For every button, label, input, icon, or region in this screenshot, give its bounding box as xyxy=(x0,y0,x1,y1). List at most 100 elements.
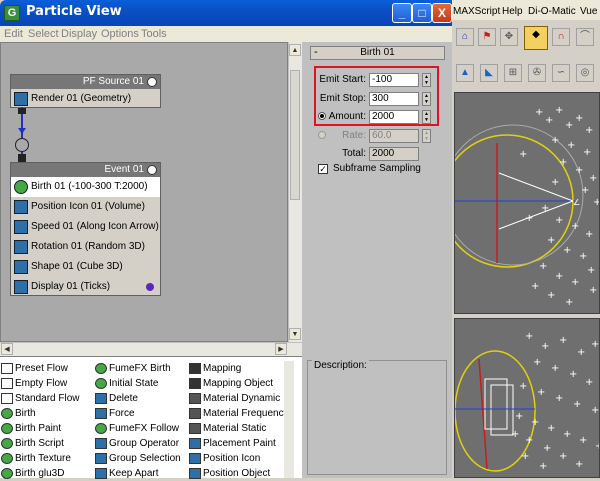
menu-select[interactable]: Select xyxy=(28,28,59,40)
birth-icon xyxy=(1,453,13,464)
birth-rollout-header[interactable]: Birth 01 xyxy=(310,46,445,60)
scroll-down-icon[interactable]: ▼ xyxy=(289,328,301,340)
list-item[interactable]: Material Dynamic xyxy=(188,391,280,406)
list-item[interactable]: Mapping xyxy=(188,361,241,376)
motion-icon[interactable]: ◣ xyxy=(480,64,498,82)
magnet-icon[interactable]: ∩ xyxy=(552,28,570,46)
minimize-button[interactable]: _ xyxy=(392,3,412,23)
vertical-scroll-thumb[interactable] xyxy=(290,70,300,200)
svg-text:+: + xyxy=(519,381,527,392)
curve-icon[interactable]: ∽ xyxy=(552,64,570,82)
position-icon-operator[interactable]: Position Icon 01 (Volume) xyxy=(11,197,160,217)
event-node[interactable]: Event 01 Birth 01 (-100-300 T:2000) Posi… xyxy=(10,162,161,296)
emit-start-spinner[interactable]: ▲ ▼ xyxy=(422,73,431,87)
list-item[interactable]: FumeFX Follow xyxy=(94,421,179,436)
list-item[interactable]: Position Object xyxy=(188,466,270,481)
display-operator[interactable]: Display 01 (Ticks) xyxy=(11,277,160,297)
bulb-icon[interactable] xyxy=(147,165,157,175)
list-item[interactable]: Empty Flow xyxy=(0,376,67,391)
close-button[interactable]: X xyxy=(432,3,452,23)
amount-spinner[interactable]: ▲ ▼ xyxy=(422,110,431,124)
emit-stop-field[interactable]: 300 xyxy=(369,92,419,106)
shape-operator[interactable]: Shape 01 (Cube 3D) xyxy=(11,257,160,277)
list-item[interactable]: Position Icon xyxy=(188,451,260,466)
canvas-horizontal-scrollbar[interactable] xyxy=(0,342,302,356)
list-item[interactable]: Birth Paint xyxy=(0,421,61,436)
list-item[interactable]: Birth xyxy=(0,406,36,421)
list-item[interactable]: Preset Flow xyxy=(0,361,68,376)
angle-snap-icon[interactable]: ⌒ xyxy=(576,28,594,46)
total-value: 2000 xyxy=(369,147,419,161)
birth-icon xyxy=(14,180,28,194)
render-operator[interactable]: Render 01 (Geometry) xyxy=(11,89,160,109)
wire-arrow-icon xyxy=(18,128,26,134)
list-item[interactable]: Birth Texture xyxy=(0,451,71,466)
select-icon[interactable]: ⌂ xyxy=(456,28,474,46)
menu-vue[interactable]: Vue xyxy=(580,6,597,17)
list-item[interactable]: Initial State xyxy=(94,376,158,391)
svg-text:+: + xyxy=(539,461,547,472)
output-socket[interactable] xyxy=(18,108,26,114)
render-setup-icon[interactable]: ✇ xyxy=(528,64,546,82)
rate-field[interactable]: 60.0 xyxy=(369,129,419,143)
subframe-checkbox[interactable]: ✓ xyxy=(318,164,328,174)
rotation-operator[interactable]: Rotation 01 (Random 3D) xyxy=(11,237,160,257)
list-item[interactable]: Birth Script xyxy=(0,436,64,451)
emit-start-field[interactable]: -100 xyxy=(369,73,419,87)
amount-field[interactable]: 2000 xyxy=(369,110,419,124)
viewport-top[interactable]: + + + + + + + + + + + + + + + + + + + + + + + + + + + + + + … xyxy=(454,92,600,314)
viewport-perspective[interactable]: +++ +++ +++ +++ +++ +++ +++ +++ +++ xyxy=(454,318,600,478)
bulb-icon[interactable] xyxy=(147,77,157,87)
position-icon xyxy=(189,453,201,464)
maximize-button[interactable]: □ xyxy=(412,3,432,23)
svg-text:+: + xyxy=(573,399,581,410)
pf-source-node[interactable]: PF Source 01 Render 01 (Geometry) xyxy=(10,74,161,108)
list-item[interactable]: Standard Flow xyxy=(0,391,79,406)
menu-maxscript[interactable]: MAXScript xyxy=(453,6,500,17)
emit-start-label: Emit Start: xyxy=(319,74,366,85)
menu-di-o-matic[interactable]: Di-O-Matic xyxy=(528,6,576,17)
input-socket[interactable] xyxy=(18,154,26,162)
list-item[interactable]: Birth glu3D xyxy=(0,466,64,481)
move-icon[interactable]: ✥ xyxy=(500,28,518,46)
wire-connector[interactable] xyxy=(15,138,29,152)
list-item[interactable]: Delete xyxy=(94,391,138,406)
list-item[interactable]: Mapping Object xyxy=(188,376,273,391)
speed-operator[interactable]: Speed 01 (Along Icon Arrow) xyxy=(11,217,160,237)
birth-operator[interactable]: Birth 01 (-100-300 T:2000) xyxy=(11,177,160,197)
display-color-swatch[interactable] xyxy=(146,283,154,291)
link-icon[interactable]: ⚑ xyxy=(478,28,496,46)
list-item[interactable]: Group Operator xyxy=(94,436,179,451)
scroll-left-icon[interactable]: ◀ xyxy=(1,343,13,355)
menu-display[interactable]: Display xyxy=(61,28,97,40)
snap-icon[interactable]: ◆ xyxy=(524,26,548,50)
list-item[interactable]: Material Frequency xyxy=(188,406,289,421)
tool-icon[interactable]: ⊞ xyxy=(504,64,522,82)
list-item[interactable]: Material Static xyxy=(188,421,266,436)
svg-text:+: + xyxy=(559,451,567,462)
list-item[interactable]: Group Selection xyxy=(94,451,181,466)
menu-edit[interactable]: Edit xyxy=(4,28,23,40)
app-icon: G xyxy=(4,5,20,21)
collapse-icon[interactable]: - xyxy=(314,46,318,58)
placement-icon xyxy=(189,438,201,449)
svg-text:+: + xyxy=(575,459,583,470)
svg-text:+: + xyxy=(589,285,597,296)
list-item[interactable]: FumeFX Birth xyxy=(94,361,171,376)
depot-scrollbar[interactable] xyxy=(284,361,294,478)
material-editor-icon[interactable]: ◎ xyxy=(576,64,594,82)
list-item[interactable]: Force xyxy=(94,406,135,421)
svg-text:+: + xyxy=(587,265,595,276)
scroll-up-icon[interactable]: ▲ xyxy=(289,44,301,56)
list-item[interactable]: Keep Apart xyxy=(94,466,158,481)
hierarchy-icon[interactable]: ▲ xyxy=(456,64,474,82)
scroll-right-icon[interactable]: ▶ xyxy=(275,343,287,355)
emit-stop-spinner[interactable]: ▲ ▼ xyxy=(422,92,431,106)
menu-help[interactable]: Help xyxy=(502,6,523,17)
list-item[interactable]: Placement Paint xyxy=(188,436,276,451)
menu-options[interactable]: Options xyxy=(101,28,139,40)
svg-text:+: + xyxy=(571,221,579,232)
svg-text:+: + xyxy=(575,113,583,124)
rate-spinner[interactable]: ▲ ▼ xyxy=(422,129,431,143)
menu-tools[interactable]: Tools xyxy=(141,28,167,40)
